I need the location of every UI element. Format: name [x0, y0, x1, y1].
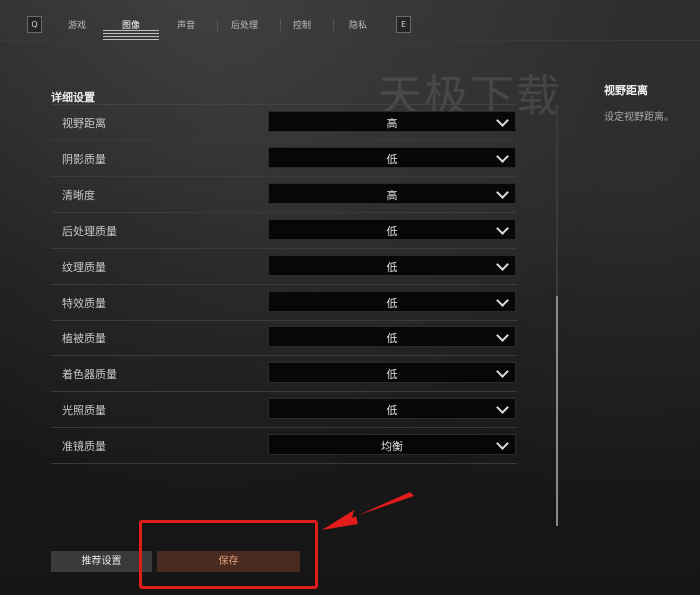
top-divider: [0, 40, 700, 41]
annotation-arrow-icon: [322, 492, 414, 530]
settings-row: 阴影质量 低: [51, 141, 517, 177]
tab-separator: [217, 19, 218, 31]
settings-row: 准镜质量 均衡: [51, 428, 517, 465]
setting-label: 特效质量: [62, 296, 106, 310]
setting-value: 低: [386, 368, 398, 382]
setting-dropdown[interactable]: 低: [268, 362, 516, 384]
tab-post-processing[interactable]: 后处理: [231, 18, 258, 31]
e-key-badge[interactable]: E: [396, 16, 411, 33]
setting-value: 均衡: [381, 440, 403, 454]
setting-value: 低: [386, 224, 398, 238]
settings-row: 后处理质量 低: [51, 213, 517, 249]
setting-dropdown[interactable]: 低: [268, 290, 516, 312]
settings-row: 纹理质量 低: [51, 249, 517, 285]
setting-dropdown[interactable]: 低: [268, 254, 516, 276]
setting-label: 后处理质量: [62, 224, 117, 238]
setting-label: 着色器质量: [62, 368, 117, 382]
description-text: 设定视野距离。: [604, 112, 674, 123]
tab-privacy[interactable]: 隐私: [349, 18, 367, 31]
settings-row: 视野距离 高: [51, 105, 517, 141]
settings-row: 清晰度 高: [51, 177, 517, 213]
setting-label: 视野距离: [62, 117, 106, 130]
tab-audio[interactable]: 声音: [177, 18, 195, 31]
setting-value: 低: [386, 152, 398, 166]
description-title: 视野距离: [604, 84, 648, 97]
recommend-settings-button[interactable]: 推荐设置: [51, 551, 152, 572]
setting-dropdown[interactable]: 低: [268, 398, 516, 420]
scrollbar-thumb[interactable]: [556, 296, 558, 526]
tab-controls[interactable]: 控制: [293, 18, 311, 31]
setting-value: 低: [386, 260, 398, 274]
setting-label: 阴影质量: [62, 152, 106, 166]
settings-row: 特效质量 低: [51, 285, 517, 321]
setting-value: 高: [386, 188, 398, 202]
top-navigation-bar: Q 游戏 图像 声音 后处理 控制 隐私 E: [0, 0, 700, 40]
setting-dropdown[interactable]: 高: [268, 182, 516, 204]
settings-row: 光照质量 低: [51, 392, 517, 429]
setting-dropdown[interactable]: 低: [268, 218, 516, 240]
active-tab-indicator: [103, 30, 159, 40]
setting-label: 光照质量: [62, 404, 106, 418]
setting-value: 低: [386, 404, 398, 418]
row-divider: [51, 463, 517, 465]
tab-separator: [280, 19, 281, 31]
setting-value: 低: [386, 332, 398, 346]
section-title: 详细设置: [51, 91, 95, 104]
setting-label: 植被质量: [62, 332, 106, 346]
setting-dropdown[interactable]: 高: [268, 111, 516, 132]
setting-label: 清晰度: [62, 188, 95, 202]
q-key-badge[interactable]: Q: [27, 16, 42, 33]
setting-label: 纹理质量: [62, 260, 106, 274]
setting-dropdown[interactable]: 均衡: [268, 434, 516, 456]
setting-dropdown[interactable]: 低: [268, 326, 516, 348]
annotation-highlight-box: [139, 520, 318, 589]
setting-value: 低: [386, 296, 398, 310]
setting-label: 准镜质量: [62, 440, 106, 454]
settings-row: 着色器质量 低: [51, 356, 517, 393]
setting-dropdown[interactable]: 低: [268, 146, 516, 168]
setting-value: 高: [386, 117, 398, 130]
tab-game[interactable]: 游戏: [68, 18, 86, 31]
settings-row: 植被质量 低: [51, 320, 517, 357]
tab-separator: [333, 19, 334, 31]
